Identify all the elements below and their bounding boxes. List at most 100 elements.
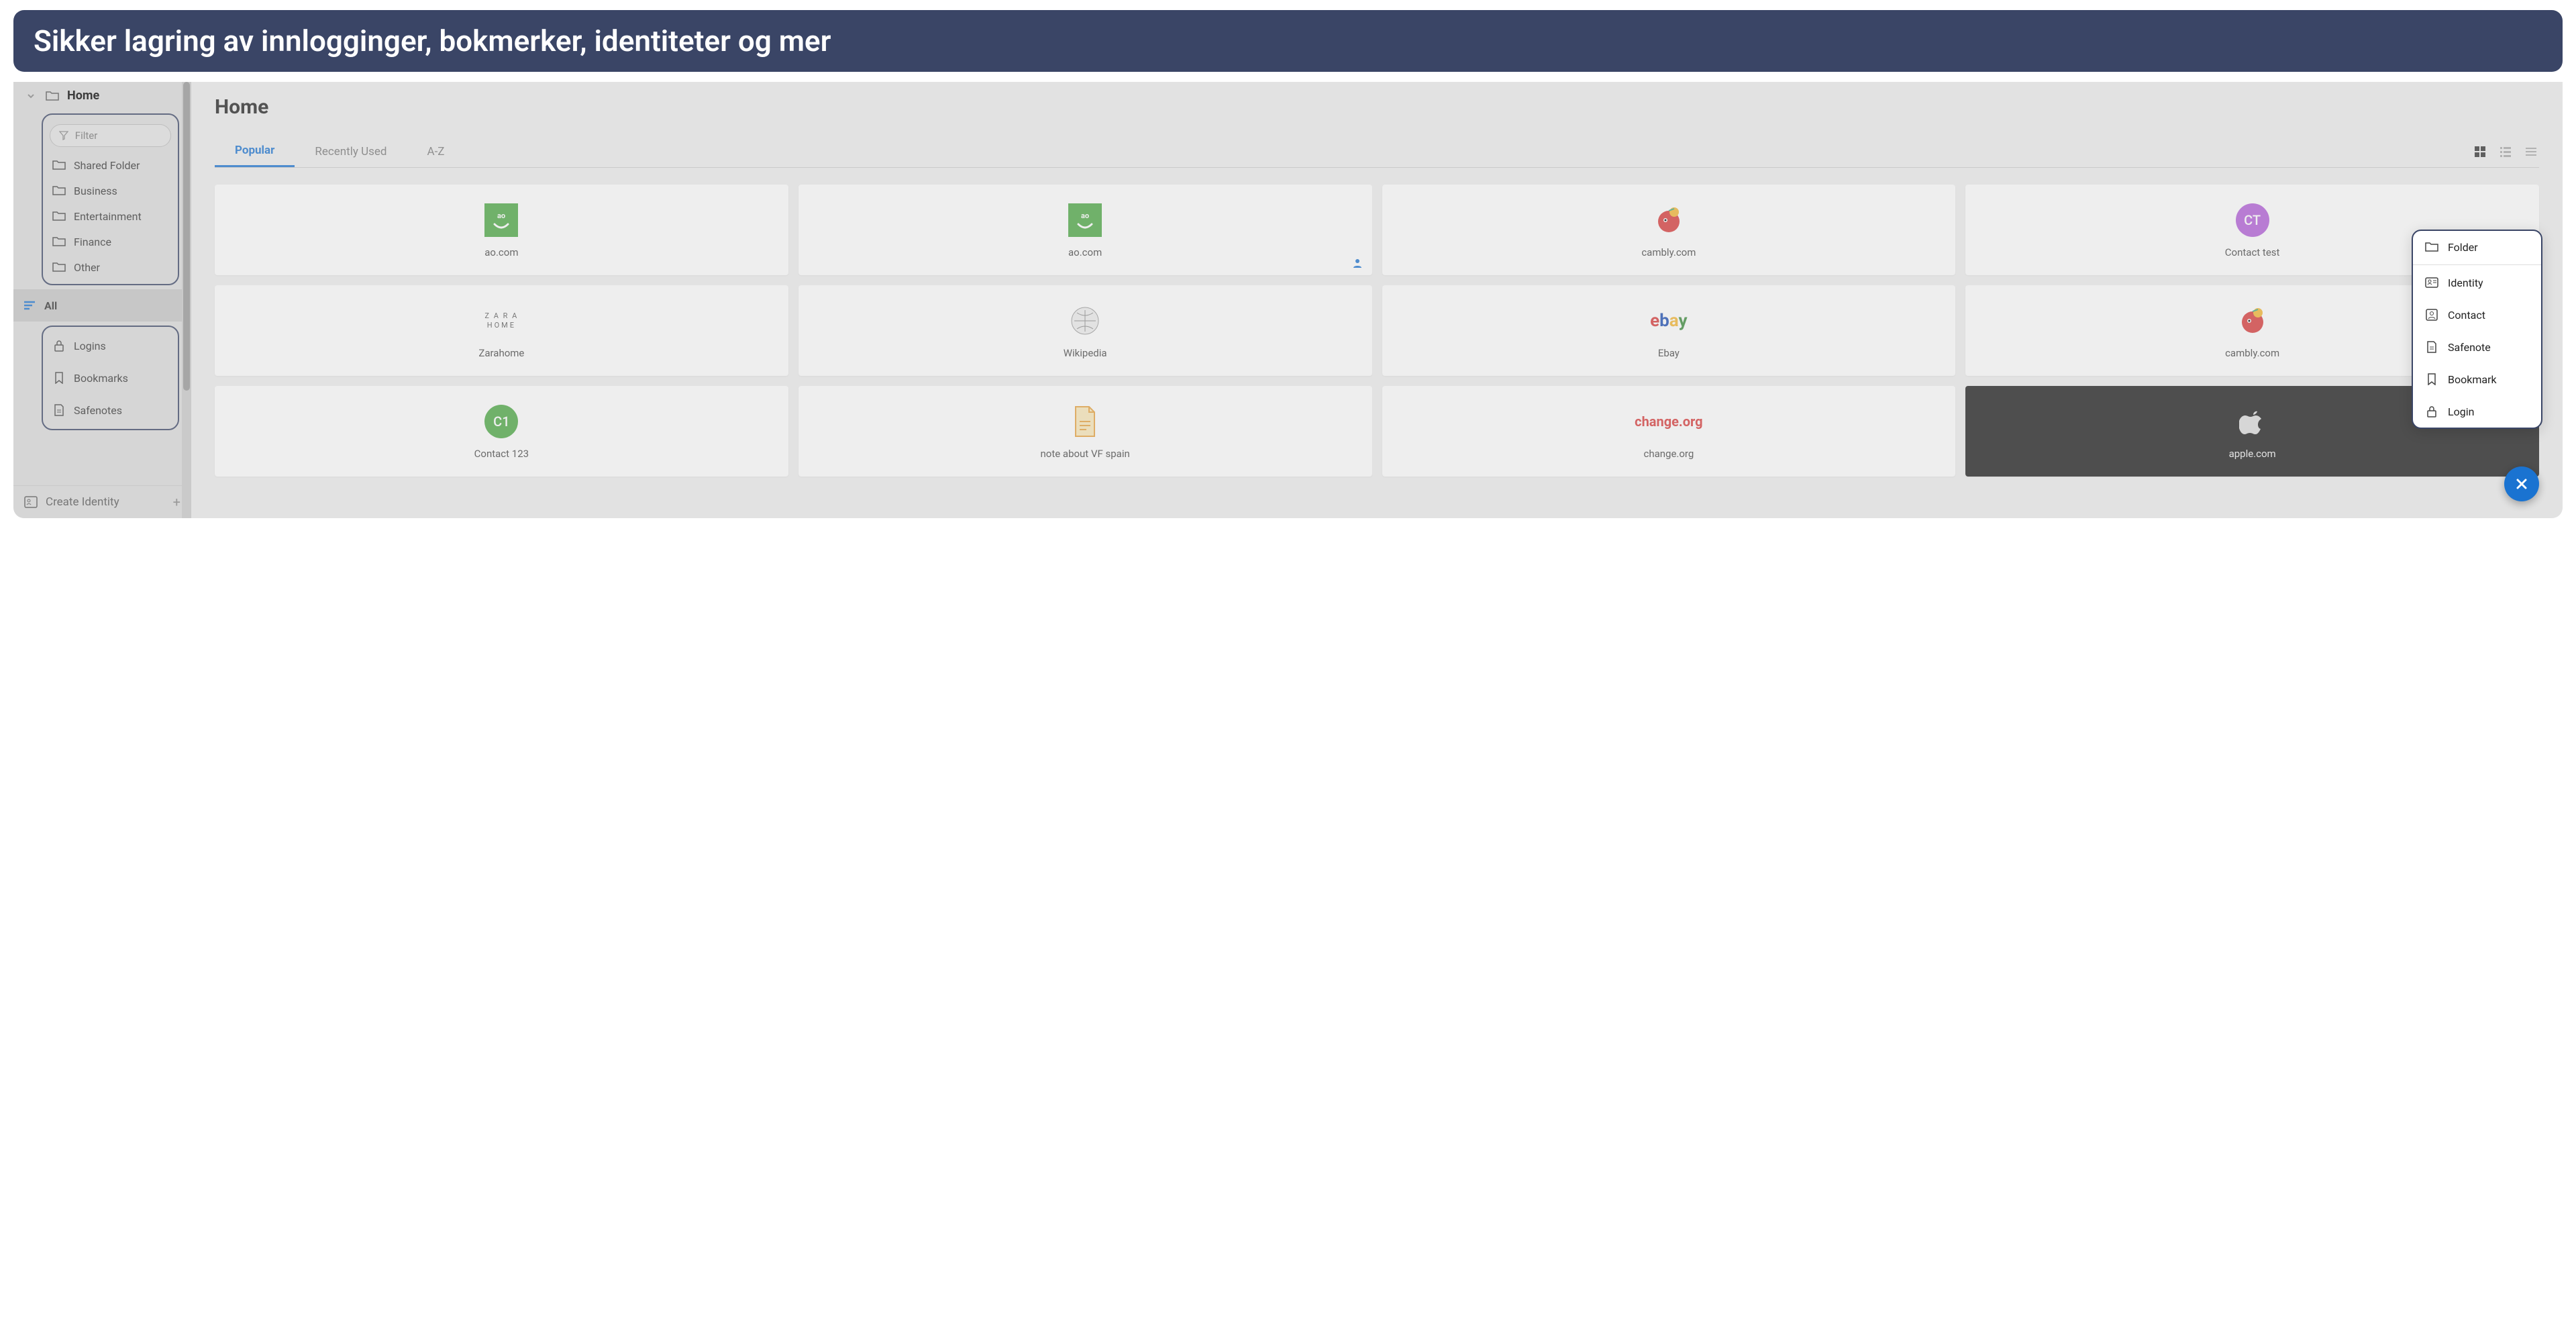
- item-card[interactable]: cambly.com: [1382, 185, 1956, 275]
- popup-item-folder[interactable]: Folder: [2413, 231, 2541, 263]
- folder-label: Entertainment: [74, 210, 142, 223]
- category-label: All: [44, 299, 57, 312]
- svg-text:ao: ao: [1081, 211, 1089, 220]
- card-label: cambly.com: [1641, 246, 1696, 258]
- item-card[interactable]: change.orgchange.org: [1382, 386, 1956, 477]
- note-icon: [2425, 340, 2438, 354]
- folder-icon: [52, 158, 66, 172]
- banner: Sikker lagring av innlogginger, bokmerke…: [13, 10, 2563, 72]
- item-card[interactable]: aoao.com: [215, 185, 788, 275]
- card-icon: C1: [483, 403, 520, 440]
- folder-label: Finance: [74, 236, 111, 248]
- note-icon: [52, 403, 66, 417]
- item-card[interactable]: ao ao.com: [798, 185, 1372, 275]
- contact-icon: [2425, 308, 2438, 322]
- card-icon: [2234, 403, 2271, 440]
- card-icon: [2234, 302, 2271, 339]
- item-card[interactable]: note about VF spain: [798, 386, 1372, 477]
- popup-item-safenote[interactable]: Safenote: [2413, 331, 2541, 363]
- create-identity-button[interactable]: Create Identity +: [13, 485, 191, 518]
- filter-input-wrap[interactable]: [50, 124, 171, 147]
- folder-icon: [52, 209, 66, 223]
- sidebar-folder-0[interactable]: Shared Folder: [43, 152, 178, 178]
- tab-a-z[interactable]: A-Z: [407, 137, 465, 166]
- bookmark-icon: [2425, 373, 2438, 386]
- items-grid: aoao.comaoao.comcambly.comCTContact test…: [215, 185, 2539, 477]
- sidebar-home-label: Home: [67, 89, 99, 103]
- card-icon: [1067, 302, 1104, 339]
- lines-icon: [23, 299, 36, 312]
- item-card[interactable]: C1 Contact 123: [215, 386, 788, 477]
- popup-item-identity[interactable]: Identity: [2413, 266, 2541, 299]
- card-label: Contact 123: [474, 448, 529, 460]
- popup-label: Folder: [2448, 241, 2478, 254]
- filter-input[interactable]: [75, 130, 162, 142]
- card-label: Zarahome: [478, 347, 524, 359]
- card-icon: [1067, 403, 1104, 440]
- grid-view-icon[interactable]: [2472, 144, 2488, 160]
- sidebar-category-safenotes[interactable]: Safenotes: [43, 394, 178, 426]
- main-panel: Home PopularRecently UsedA-Z aoao.comaoa…: [191, 82, 2563, 518]
- card-icon: CT: [2234, 201, 2271, 238]
- card-icon: [1650, 201, 1687, 238]
- bookmark-icon: [52, 371, 66, 385]
- folder-icon: [52, 235, 66, 248]
- sidebar-folders-highlight: Shared Folder Business Entertainment Financ…: [42, 113, 179, 285]
- app-container: Home Shared Folder Business Entertainment F…: [13, 82, 2563, 518]
- card-icon: ebay: [1650, 302, 1687, 339]
- item-card[interactable]: Wikipedia: [798, 285, 1372, 376]
- close-icon: [2514, 477, 2529, 491]
- page-title: Home: [215, 95, 2539, 119]
- fab-close-button[interactable]: [2504, 466, 2539, 501]
- scrollbar-thumb[interactable]: [183, 82, 190, 391]
- sidebar-category-all[interactable]: All: [13, 289, 191, 322]
- card-icon: ao: [1067, 201, 1104, 238]
- chevron-down-icon: [24, 89, 38, 103]
- popup-label: Contact: [2448, 309, 2485, 322]
- popup-item-login[interactable]: Login: [2413, 395, 2541, 428]
- popup-item-contact[interactable]: Contact: [2413, 299, 2541, 331]
- create-identity-label: Create Identity: [46, 495, 119, 509]
- card-label: ao.com: [1068, 246, 1102, 258]
- popup-label: Bookmark: [2448, 373, 2497, 386]
- list-view-icon[interactable]: [2523, 144, 2539, 160]
- sidebar-folder-1[interactable]: Business: [43, 178, 178, 203]
- sidebar-folder-2[interactable]: Entertainment: [43, 203, 178, 229]
- card-icon: Z A R AHOME: [483, 302, 520, 339]
- lock-icon: [2425, 405, 2438, 418]
- popup-separator: [2413, 264, 2541, 265]
- popup-label: Identity: [2448, 277, 2483, 289]
- folder-label: Business: [74, 185, 117, 197]
- tab-recently-used[interactable]: Recently Used: [295, 137, 407, 166]
- tabs: PopularRecently UsedA-Z: [215, 136, 2539, 168]
- tab-popular[interactable]: Popular: [215, 136, 295, 167]
- popup-item-bookmark[interactable]: Bookmark: [2413, 363, 2541, 395]
- popup-label: Safenote: [2448, 341, 2491, 354]
- sidebar-category-bookmarks[interactable]: Bookmarks: [43, 362, 178, 394]
- card-label: Contact test: [2225, 246, 2280, 258]
- folder-icon: [46, 89, 59, 103]
- card-icon: ao: [483, 201, 520, 238]
- item-card[interactable]: Z A R AHOME Zarahome: [215, 285, 788, 376]
- category-label: Bookmarks: [74, 372, 128, 385]
- card-label: note about VF spain: [1040, 448, 1129, 460]
- folder-icon: [52, 260, 66, 274]
- card-icon: change.org: [1650, 403, 1687, 440]
- sidebar-folder-4[interactable]: Other: [43, 254, 178, 280]
- item-card[interactable]: ebayEbay: [1382, 285, 1956, 376]
- sidebar-home[interactable]: Home: [13, 82, 191, 109]
- sidebar-folder-3[interactable]: Finance: [43, 229, 178, 254]
- filter-icon: [58, 129, 70, 142]
- sidebar-category-logins[interactable]: Logins: [43, 330, 178, 362]
- category-label: Safenotes: [74, 404, 122, 417]
- view-mode-buttons: [2472, 144, 2539, 160]
- folder-label: Shared Folder: [74, 159, 140, 172]
- folder-icon: [52, 184, 66, 197]
- lock-icon: [52, 339, 66, 352]
- sidebar-scrollbar[interactable]: [182, 82, 191, 518]
- small-list-view-icon[interactable]: [2497, 144, 2514, 160]
- create-popup: Folder Identity Contact Safenote Bookmark Log…: [2412, 230, 2542, 429]
- category-label: Logins: [74, 340, 106, 352]
- folder-label: Other: [74, 261, 100, 274]
- card-label: cambly.com: [2225, 347, 2279, 359]
